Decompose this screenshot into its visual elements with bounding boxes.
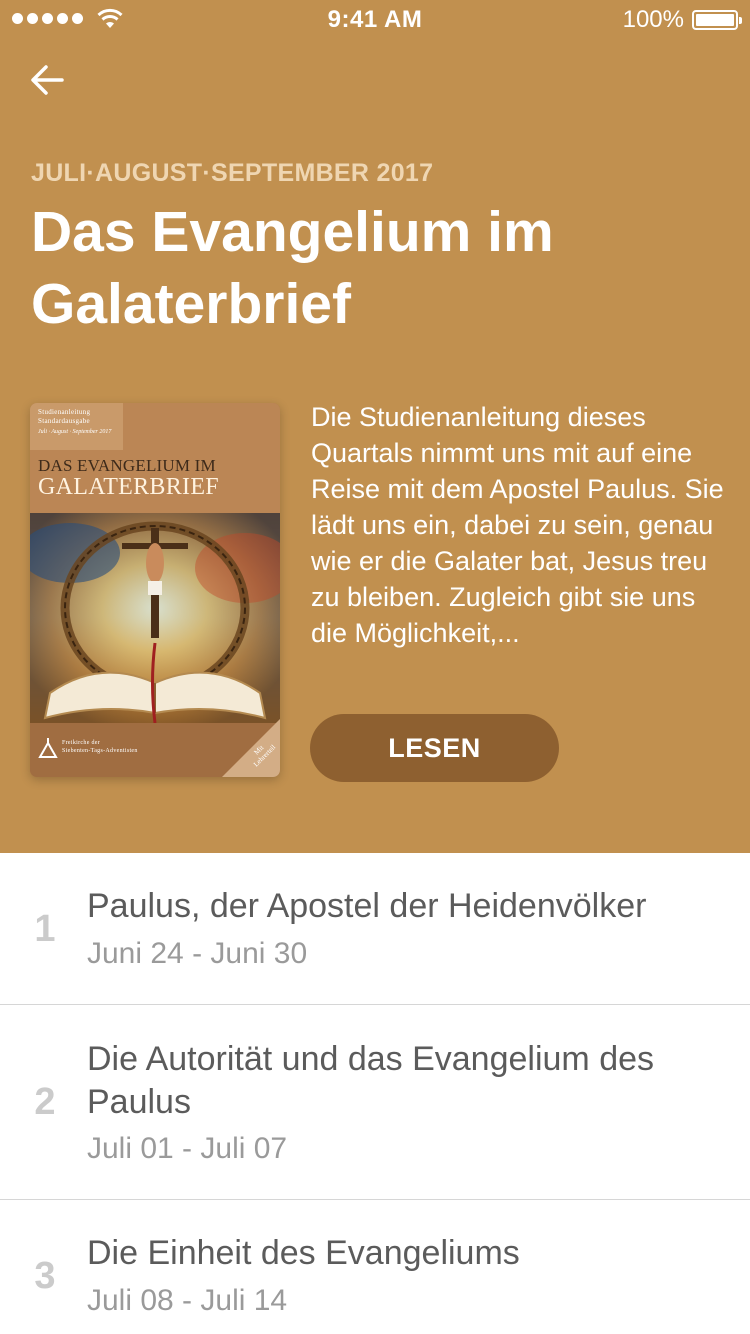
lesson-dates: Juli 01 - Juli 07 [87,1132,288,1165]
lesson-item[interactable]: 1 Paulus, der Apostel der Heidenvölker J… [0,853,750,1005]
lesson-header: 9:41 AM 100% JULI·AUGUST·SEPTEMBER 2017 … [0,0,750,853]
lesson-number: 3 [34,1255,56,1297]
lesson-number: 2 [34,1081,56,1123]
cover-artwork [30,513,280,723]
quarterly-description: Die Studienanleitung dieses Quartals nim… [311,402,724,648]
battery-percentage: 100% [622,6,684,33]
lesson-list: 1 Paulus, der Apostel der Heidenvölker J… [0,853,750,1334]
back-arrow-icon[interactable] [28,60,68,100]
quarter-label: JULI·AUGUST·SEPTEMBER 2017 [31,159,434,187]
battery-icon [692,10,742,30]
lesson-title: Paulus, der Apostel der Heidenvölker [87,887,647,925]
lesson-dates: Juli 08 - Juli 14 [87,1284,288,1317]
lesson-title: Die Autorität und das Evangelium des Pau… [87,1040,655,1121]
quarterly-title: Das Evangelium im Galaterbrief [31,200,554,336]
quarterly-cover-image: Studienanleitung Standardausgabe Juli · … [30,403,280,777]
lesson-item[interactable]: 2 Die Autorität und das Evangelium des P… [0,1005,750,1200]
lesson-item[interactable]: 3 Die Einheit des Evangeliums Juli 08 - … [0,1200,750,1334]
status-bar: 9:41 AM 100% [0,0,750,40]
church-logo-icon [38,738,58,758]
cover-title-line2: GALATERBRIEF [38,474,219,500]
lesson-number: 1 [34,908,56,950]
read-button[interactable]: LESEN [310,714,559,782]
cover-church-name: Freikirche der Siebenten-Tags-Adventiste… [62,740,138,754]
cover-edition-label: Studienanleitung Standardausgabe Juli · … [30,403,123,450]
lesson-dates: Juni 24 - Juni 30 [87,937,308,970]
cover-title-line1: DAS EVANGELIUM IM [38,456,216,475]
lesson-title: Die Einheit des Evangeliums [87,1234,520,1272]
